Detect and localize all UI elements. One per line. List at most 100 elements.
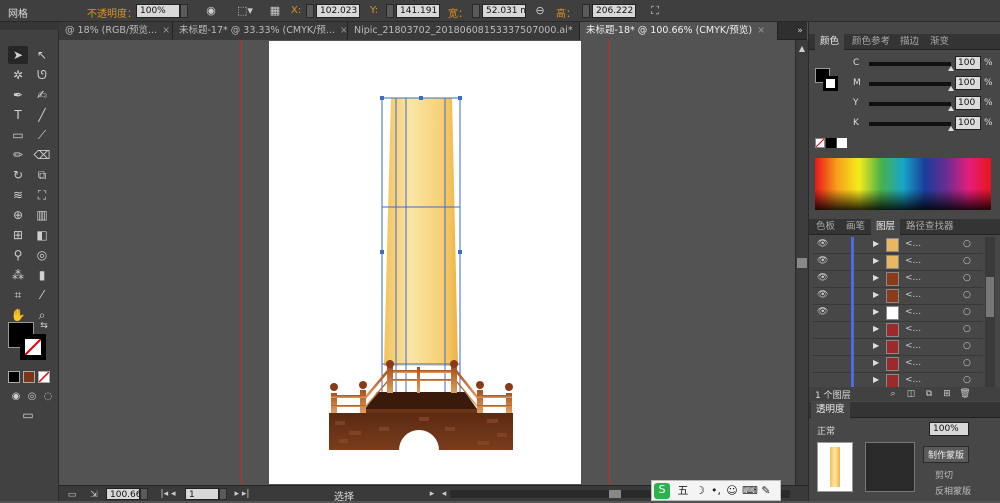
gradient-tool-icon[interactable]: ◧ <box>32 226 52 244</box>
magic-wand-tool-icon[interactable]: ✲ <box>8 66 28 84</box>
status-menu-icon[interactable]: ▸ <box>427 487 437 501</box>
sogou-icon[interactable]: S <box>654 483 670 499</box>
width-field[interactable]: 52.031 mm <box>482 4 526 18</box>
color-mode-icon[interactable] <box>8 371 20 383</box>
rotate-tool-icon[interactable]: ↻ <box>8 166 28 184</box>
layer-row[interactable]: 👁 ▶ <... ○ <box>813 271 983 288</box>
swap-colors-icon[interactable]: ⇆ <box>38 320 50 332</box>
layer-name[interactable]: <... <box>905 290 921 300</box>
next-page-icon[interactable]: ▸ ▸| <box>231 487 253 501</box>
page-field[interactable]: 1 <box>185 488 219 500</box>
magenta-field[interactable]: 100 <box>955 76 981 90</box>
pencil-tool-icon[interactable]: ✏ <box>8 146 28 164</box>
layer-row[interactable]: 👁 ▶ <... ○ <box>813 237 983 254</box>
target-icon[interactable]: ○ <box>963 307 971 317</box>
expand-arrow-icon[interactable]: ▶ <box>873 239 879 248</box>
scroll-up-icon[interactable]: ▲ <box>797 42 807 56</box>
target-icon[interactable]: ○ <box>963 324 971 334</box>
layer-name[interactable]: <... <box>905 324 921 334</box>
artboard-tool-icon[interactable]: ⌗ <box>8 286 28 304</box>
white-swatch[interactable] <box>837 138 847 148</box>
layer-row[interactable]: ▶ <... ○ <box>813 356 983 373</box>
punctuation-icon[interactable]: •, <box>710 484 722 498</box>
y-field[interactable]: 141.191 m <box>396 4 440 18</box>
export-icon[interactable]: ⇲ <box>89 488 99 502</box>
width-spinner[interactable] <box>472 4 480 18</box>
layer-name[interactable]: <... <box>905 358 921 368</box>
globe-icon[interactable]: ◉ <box>204 4 218 18</box>
link-proportions-icon[interactable]: ⊖ <box>533 4 547 18</box>
black-slider[interactable]: K 100% <box>813 116 1000 132</box>
tab-color[interactable]: 颜色 <box>815 34 845 50</box>
tab-document-1[interactable]: @ 18% (RGB/预览... × <box>59 22 173 40</box>
moon-icon[interactable]: ☽ <box>694 484 706 498</box>
blend-mode-value[interactable]: 正常 <box>817 424 835 437</box>
tab-layers[interactable]: 图层 <box>871 219 901 235</box>
tab-swatches[interactable]: 色板 <box>811 219 840 235</box>
free-transform-tool-icon[interactable]: ⛶ <box>32 186 52 204</box>
make-clipping-mask-icon[interactable]: ◫ <box>905 387 917 401</box>
rectangle-tool-icon[interactable]: ▭ <box>8 126 28 144</box>
target-icon[interactable]: ○ <box>963 256 971 266</box>
scroll-thumb[interactable] <box>986 277 994 317</box>
blend-tool-icon[interactable]: ◎ <box>32 246 52 264</box>
column-graph-tool-icon[interactable]: ▮ <box>32 266 52 284</box>
locate-object-icon[interactable]: ⌕ <box>887 387 899 401</box>
color-spectrum[interactable] <box>815 158 991 210</box>
invert-mask-checkbox-label[interactable]: 反相蒙版 <box>935 484 971 497</box>
tab-document-3[interactable]: Nipic_21803702_20180608153337507000.ai*× <box>348 22 580 40</box>
make-mask-button[interactable]: 制作蒙版 <box>923 446 970 463</box>
delete-layer-icon[interactable]: 🗑 <box>959 387 971 401</box>
close-icon[interactable]: × <box>340 25 347 36</box>
artboard[interactable] <box>269 41 581 484</box>
yellow-field[interactable]: 100 <box>955 96 981 110</box>
x-spinner[interactable] <box>306 4 314 18</box>
tab-gradient[interactable]: 渐变 <box>925 34 954 50</box>
monument-artwork[interactable] <box>269 41 581 484</box>
magenta-slider[interactable]: M 100% <box>813 76 1000 92</box>
slice-tool-icon[interactable]: ⁄ <box>32 286 52 304</box>
stroke-swatch[interactable] <box>20 334 46 360</box>
target-icon[interactable]: ○ <box>963 239 971 249</box>
black-swatch[interactable] <box>826 138 836 148</box>
pen-tool-icon[interactable]: ✒ <box>8 86 28 104</box>
paintbrush-tool-icon[interactable]: ⟋ <box>32 126 52 144</box>
tab-document-2[interactable]: 未标题-17* @ 33.33% (CMYK/预... × <box>173 22 348 40</box>
none-mode-icon[interactable] <box>38 371 50 383</box>
layer-row[interactable]: 👁 ▶ <... ○ <box>813 254 983 271</box>
scroll-thumb[interactable] <box>609 490 621 498</box>
align-icon[interactable]: ⬚▾ <box>236 4 254 18</box>
expand-arrow-icon[interactable]: ▶ <box>873 307 879 316</box>
expand-arrow-icon[interactable]: ▶ <box>873 290 879 299</box>
pillar[interactable] <box>384 98 458 366</box>
new-layer-icon[interactable]: ⊞ <box>941 387 953 401</box>
clip-checkbox-label[interactable]: 剪切 <box>935 468 953 481</box>
target-icon[interactable]: ○ <box>963 290 971 300</box>
bridge[interactable] <box>329 392 513 450</box>
tab-brushes[interactable]: 画笔 <box>841 219 870 235</box>
tab-pathfinder[interactable]: 路径查找器 <box>901 219 959 235</box>
canvas-area[interactable] <box>59 40 795 485</box>
new-sublayer-icon[interactable]: ⧉ <box>923 387 935 401</box>
visibility-icon[interactable]: 👁 <box>817 256 828 266</box>
scroll-left-icon[interactable]: ◂ <box>439 487 449 501</box>
yellow-slider[interactable]: Y 100% <box>813 96 1000 112</box>
curvature-tool-icon[interactable]: ✍ <box>32 86 52 104</box>
mask-thumbnail[interactable] <box>865 442 915 492</box>
lasso-tool-icon[interactable]: ᘎ <box>32 66 52 84</box>
selection-tool-icon[interactable]: ➤ <box>8 46 28 64</box>
keyboard-icon[interactable]: ⌨ <box>742 484 758 498</box>
vertical-guide[interactable] <box>609 40 610 485</box>
vertical-guide[interactable] <box>241 40 242 485</box>
type-tool-icon[interactable]: T <box>8 106 28 124</box>
chart-tool-icon[interactable]: ▥ <box>32 206 52 224</box>
expand-arrow-icon[interactable]: ▶ <box>873 324 879 333</box>
scale-tool-icon[interactable]: ⧉ <box>32 166 52 184</box>
opacity-field[interactable]: 100% <box>136 4 180 18</box>
symbol-sprayer-tool-icon[interactable]: ⁂ <box>8 266 28 284</box>
transform-icon[interactable]: ⛶ <box>648 4 662 18</box>
layer-row[interactable]: ▶ <... ○ <box>813 339 983 356</box>
height-spinner[interactable] <box>582 4 590 18</box>
expand-arrow-icon[interactable]: ▶ <box>873 256 879 265</box>
tab-document-4[interactable]: 未标题-18* @ 100.66% (CMYK/预览) × <box>580 22 778 40</box>
